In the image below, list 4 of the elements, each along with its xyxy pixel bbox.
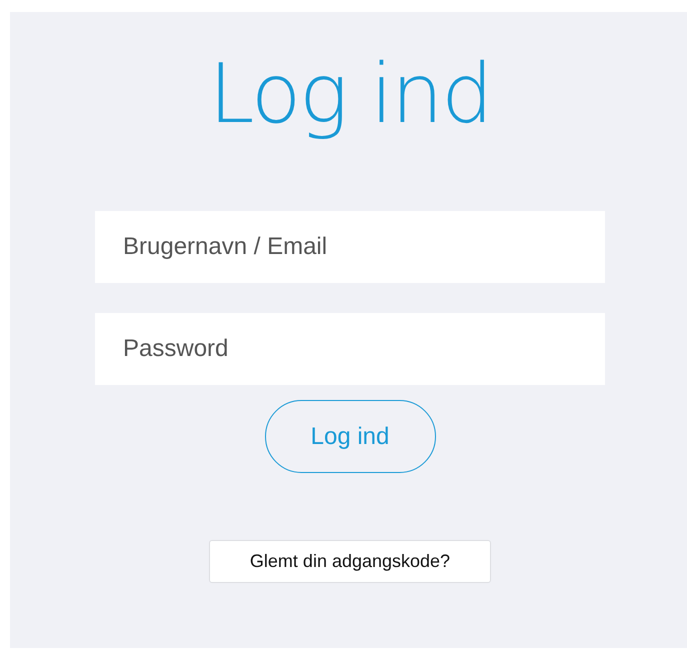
page-title: Log ind	[208, 48, 492, 142]
input-field[interactable]: Brugernavn / Email	[95, 211, 605, 283]
forgot-password-button[interactable]: Glemt din adgangskode?	[209, 540, 491, 583]
input-field[interactable]: Password	[95, 313, 605, 385]
